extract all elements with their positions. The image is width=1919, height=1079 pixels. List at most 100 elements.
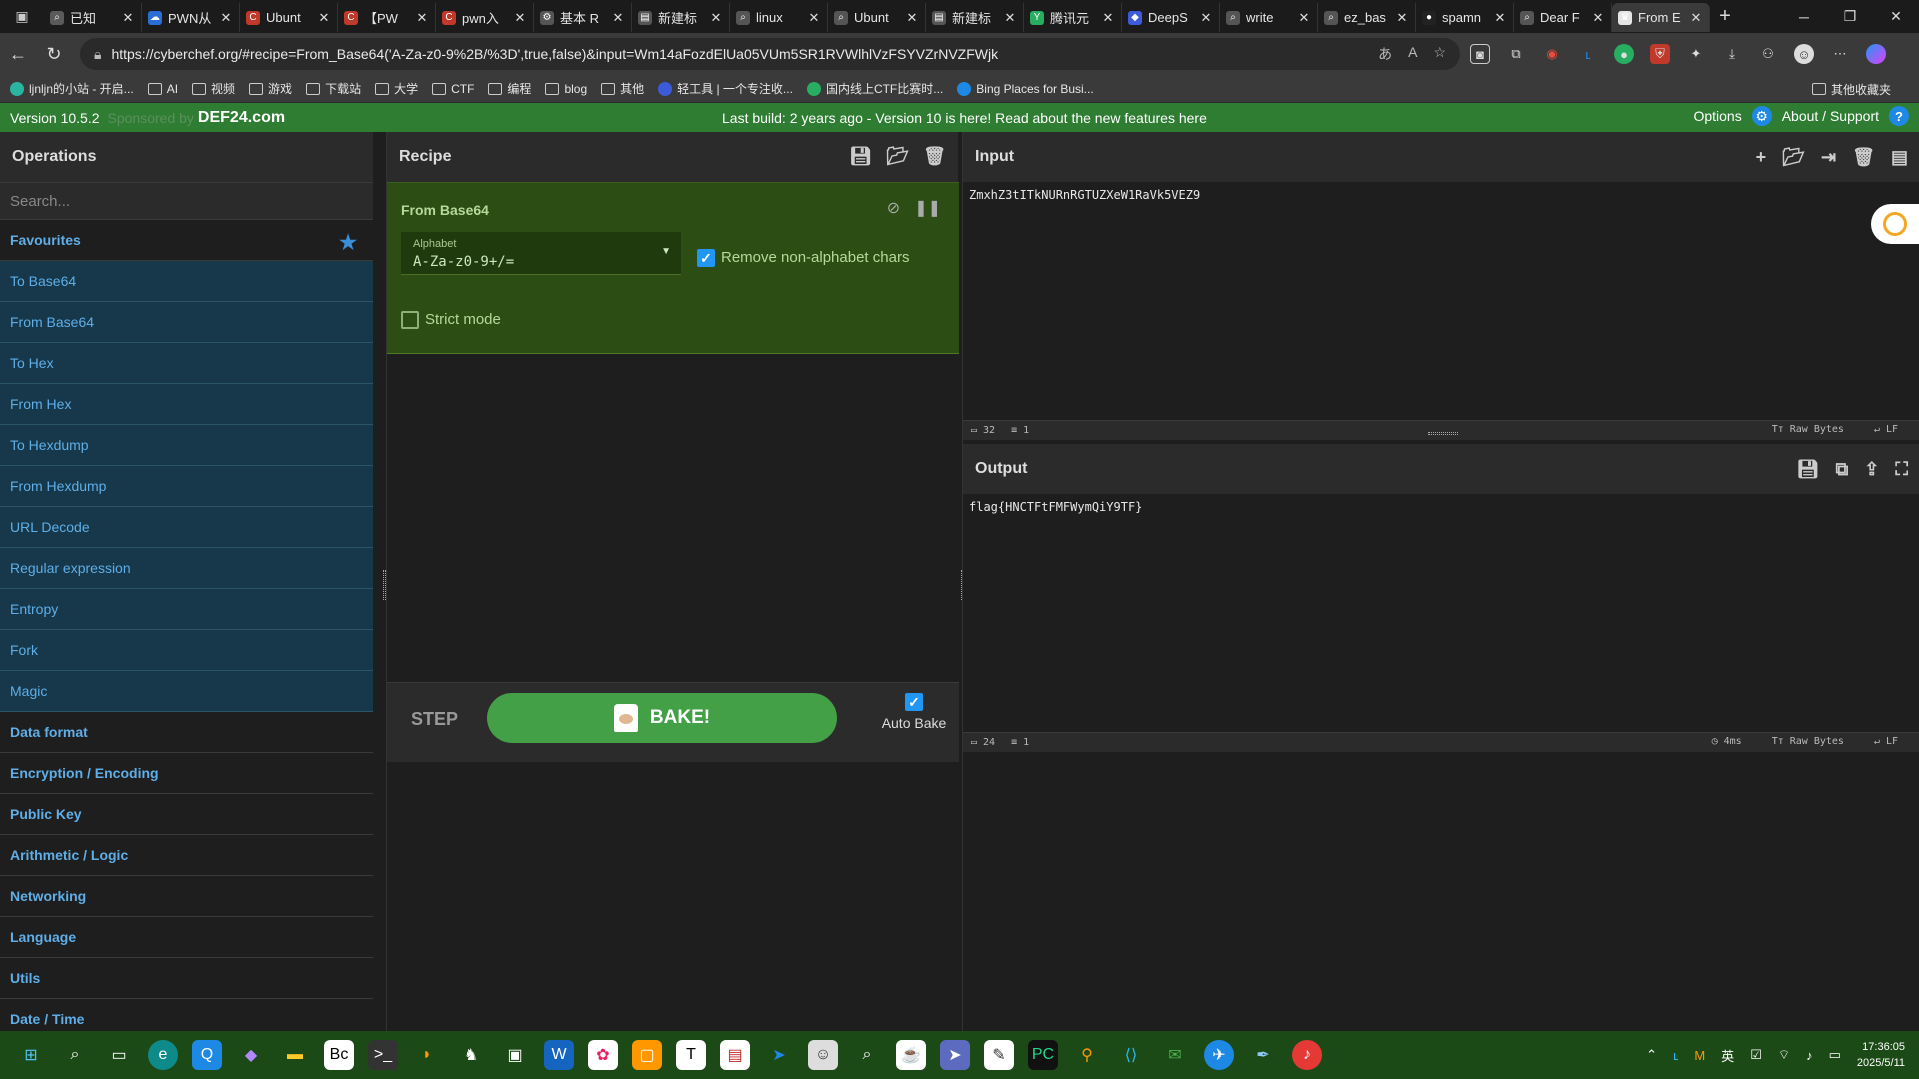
vscode-icon[interactable]: ⟨⟩: [1116, 1040, 1146, 1070]
battery-icon[interactable]: ▭: [1829, 1047, 1841, 1063]
chevron-up-icon[interactable]: ⌃: [1646, 1047, 1657, 1063]
workspaces-icon[interactable]: ▣: [0, 0, 44, 33]
remove-nonalpha-checkbox[interactable]: ✓: [697, 249, 715, 267]
search-icon[interactable]: ⌕: [60, 1040, 90, 1070]
bookmark-item[interactable]: 轻工具 | 一个专注收...: [658, 80, 793, 97]
other-favorites-folder[interactable]: 其他收藏夹: [1811, 75, 1891, 103]
app-icon[interactable]: ♞: [456, 1040, 486, 1070]
bookmark-item[interactable]: 其他: [601, 80, 644, 97]
recipe-operation-from-base64[interactable]: From Base64 ⊘ ❚❚ Alphabet A-Za-z0-9+/= ▼…: [387, 182, 959, 354]
extension-icon[interactable]: ●: [1614, 44, 1634, 64]
fullscreen-icon[interactable]: ⛶: [1895, 459, 1908, 480]
start-icon[interactable]: ⊞: [16, 1040, 46, 1070]
output-eol[interactable]: LF: [1886, 736, 1898, 747]
ublock-icon[interactable]: ⛨: [1650, 44, 1670, 64]
close-tab-icon[interactable]: ✕: [1591, 10, 1605, 26]
refresh-icon[interactable]: ↻: [36, 44, 72, 65]
browser-tab[interactable]: ⌕ write ✕: [1220, 3, 1318, 32]
app-icon[interactable]: ➤: [940, 1040, 970, 1070]
app-icon[interactable]: ◗: [412, 1040, 442, 1070]
browser-tab[interactable]: ◆ DeepS ✕: [1122, 3, 1220, 32]
wechat-icon[interactable]: ✉: [1160, 1040, 1190, 1070]
tray-app-icon[interactable]: ʟ: [1673, 1048, 1678, 1063]
browser-tab[interactable]: C 【PW ✕: [338, 3, 436, 32]
app-icon[interactable]: ⚲: [1072, 1040, 1102, 1070]
app-icon[interactable]: ♪: [1292, 1040, 1322, 1070]
close-tab-icon[interactable]: ✕: [1493, 10, 1507, 26]
app-icon[interactable]: ➤: [764, 1040, 794, 1070]
favourites-category[interactable]: Favourites ★: [0, 220, 373, 261]
operation-category[interactable]: Arithmetic / Logic: [0, 835, 373, 876]
operation-item[interactable]: From Hex: [0, 384, 373, 425]
operation-item[interactable]: Fork: [0, 630, 373, 671]
bookmark-item[interactable]: blog: [545, 80, 587, 97]
copilot-icon[interactable]: [1866, 44, 1886, 64]
operation-item[interactable]: URL Decode: [0, 507, 373, 548]
browser-tab[interactable]: ♛ From E ✕: [1612, 3, 1710, 32]
operation-item[interactable]: Entropy: [0, 589, 373, 630]
browser-tab[interactable]: C Ubunt ✕: [240, 3, 338, 32]
app-icon[interactable]: ✒: [1248, 1040, 1278, 1070]
task-view-icon[interactable]: ▭: [104, 1040, 134, 1070]
operation-item[interactable]: From Hexdump: [0, 466, 373, 507]
replace-input-icon[interactable]: ⇪: [1864, 459, 1879, 480]
open-folder-icon[interactable]: 📂︎: [1782, 147, 1805, 168]
browser-tab[interactable]: ● spamn ✕: [1416, 3, 1514, 32]
disable-icon[interactable]: ⊘: [887, 198, 900, 218]
browser-tab[interactable]: ⌕ linux ✕: [730, 3, 828, 32]
auto-bake-label[interactable]: Auto Bake: [874, 715, 954, 731]
app-icon[interactable]: ☺: [808, 1040, 838, 1070]
operation-item[interactable]: From Base64: [0, 302, 373, 343]
about-link[interactable]: About / Support: [1782, 108, 1879, 124]
tab-actions-icon[interactable]: ⧉: [1506, 44, 1526, 64]
output-textarea[interactable]: flag{HNCTFtFMFWymQiY9TF}: [969, 500, 1142, 514]
file-explorer-icon[interactable]: ▬: [280, 1040, 310, 1070]
favorite-star-icon[interactable]: ☆: [1433, 44, 1446, 64]
output-encoding[interactable]: Raw Bytes: [1790, 736, 1844, 747]
bookmark-item[interactable]: 编程: [488, 80, 531, 97]
app-icon[interactable]: ⌕: [852, 1040, 882, 1070]
alphabet-select[interactable]: Alphabet A-Za-z0-9+/= ▼: [401, 232, 681, 275]
app-icon[interactable]: Q: [192, 1040, 222, 1070]
gear-icon[interactable]: ⚙: [1751, 106, 1772, 126]
close-window-icon[interactable]: ✕: [1873, 0, 1919, 33]
edge-icon[interactable]: e: [148, 1040, 178, 1070]
input-eol[interactable]: LF: [1886, 424, 1898, 435]
sponsor-link[interactable]: DEF24.com: [198, 109, 285, 127]
alphabet-value[interactable]: A-Za-z0-9+/=: [413, 254, 514, 270]
operation-item[interactable]: To Base64: [0, 261, 373, 302]
pause-icon[interactable]: ❚❚: [914, 198, 941, 218]
close-tab-icon[interactable]: ✕: [219, 10, 233, 26]
close-tab-icon[interactable]: ✕: [1101, 10, 1115, 26]
operation-item[interactable]: To Hexdump: [0, 425, 373, 466]
new-tab-button[interactable]: +: [1710, 5, 1740, 28]
operation-category[interactable]: Encryption / Encoding: [0, 753, 373, 794]
open-file-icon[interactable]: ⇥: [1821, 147, 1836, 168]
layout-icon[interactable]: ▤: [1891, 147, 1908, 168]
remove-nonalpha-label[interactable]: Remove non-alphabet chars: [721, 249, 909, 266]
app-icon[interactable]: ✈: [1204, 1040, 1234, 1070]
operation-item[interactable]: Magic: [0, 671, 373, 712]
close-tab-icon[interactable]: ✕: [415, 10, 429, 26]
app-icon[interactable]: ◆: [236, 1040, 266, 1070]
folder-icon[interactable]: 📂︎: [886, 146, 909, 167]
bookmark-item[interactable]: CTF: [432, 80, 474, 97]
operations-search-input[interactable]: Search...: [0, 182, 373, 220]
bookmark-item[interactable]: AI: [147, 80, 178, 97]
bookmark-item[interactable]: Bing Places for Busi...: [957, 80, 1094, 97]
star-icon[interactable]: ★: [339, 230, 357, 255]
tray-app-icon[interactable]: M: [1694, 1048, 1705, 1063]
options-link[interactable]: Options: [1693, 108, 1741, 124]
operation-item[interactable]: Regular expression: [0, 548, 373, 589]
save-icon[interactable]: 💾︎: [849, 146, 872, 167]
app-icon[interactable]: Bc: [324, 1040, 354, 1070]
browser-tab[interactable]: ▤ 新建标 ✕: [926, 3, 1024, 32]
help-icon[interactable]: ?: [1889, 106, 1909, 126]
volume-icon[interactable]: ♪: [1806, 1048, 1813, 1063]
operation-category[interactable]: Language: [0, 917, 373, 958]
read-aloud-icon[interactable]: A: [1408, 44, 1417, 64]
tray-app-icon[interactable]: ☑: [1750, 1047, 1762, 1063]
browser-tab[interactable]: ⌕ ez_bas ✕: [1318, 3, 1416, 32]
close-tab-icon[interactable]: ✕: [709, 10, 723, 26]
bake-button[interactable]: BAKE!: [487, 693, 837, 743]
